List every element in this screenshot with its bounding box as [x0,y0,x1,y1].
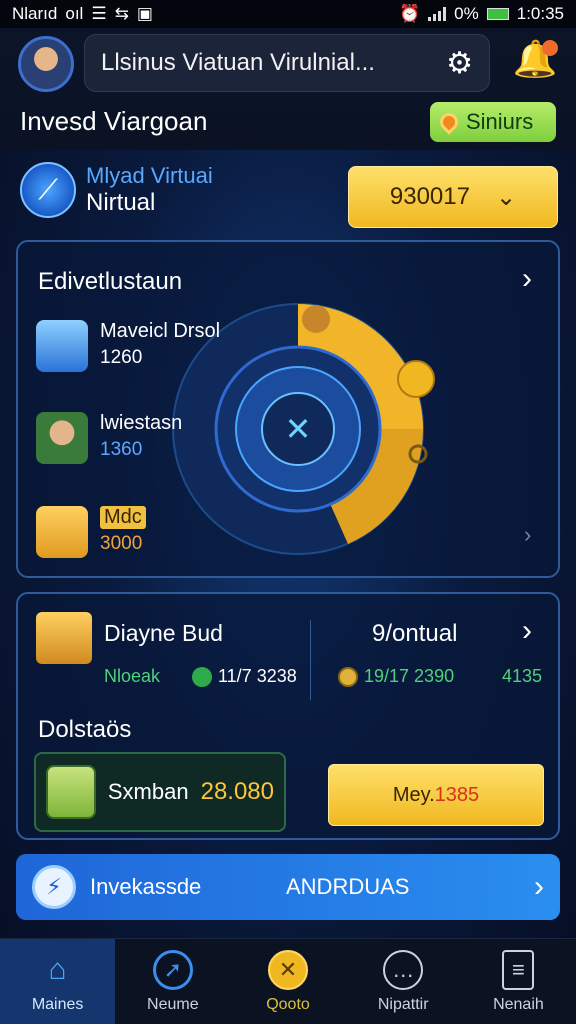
alarm-icon: ⏰ [398,4,421,23]
coin-icon: ✕ [268,949,308,990]
banner-subtext: ANDRDUAS [286,874,410,899]
nav-chat[interactable]: … Nipattir [346,939,461,1024]
status-button[interactable]: Siniurs [430,102,556,142]
lightning-icon: ⚡ [32,865,76,909]
stat-value: 4135 [502,666,543,686]
summary-right-title: 9/ontual [372,620,458,647]
gem-icon [192,666,212,687]
location-pin-icon [436,109,462,135]
item-name: Maveicl Drsol [100,320,221,342]
divider [310,620,311,700]
button-amount: 1385 [434,783,480,806]
settings-gear-icon[interactable]: ⚙ [446,46,473,81]
chevron-down-icon: ⌄ [495,183,517,211]
stat-item: 19/17 2390 [338,666,454,687]
button-prefix: Mey. [392,783,435,806]
wallet-amount: 28.080 [200,778,274,805]
list-item[interactable]: Maveicl Drsol 1260 [36,320,220,372]
summary-panel: Diayne Bud 9/ontual › Nloeak 11/7 3238 1… [16,592,560,840]
home-icon: ⌂ [48,952,67,986]
ticket-icon [36,506,88,558]
nav-compass[interactable]: ➚ Neume [115,939,230,1024]
chevron-right-icon: › [524,522,532,547]
investment-panel: Edivetlustaun › ✕ Maveicl Drsol 1260 lwi… [16,240,560,578]
user-photo-icon [36,412,88,464]
nav-label: Maines [31,995,84,1013]
connection-icon: ⇆ [114,4,129,23]
app-header: Llsinus Viatuan Virulnial... ⚙ 🔔 Invesd … [0,28,576,150]
carrier-text: Nlarıd [12,4,58,23]
notification-icon: ☰ [91,4,107,23]
page-title: Invesd Viargoan [20,106,208,136]
stat-label: Nloeak [104,666,161,686]
signal-icon [428,7,447,21]
clock: 1:0:35 [516,4,564,23]
brand: ⟋ Mlyad Virtuai Nirtual [20,162,213,218]
status-bar: Nlarıd oıl ☰ ⇆ ▣ ⏰ 0% 1:0:35 [0,0,576,28]
clipboard-icon: ≡ [502,949,535,990]
bottom-nav: ⌂ Maines ➚ Neume ✕ Qooto … Nipattir ≡ Ne… [0,938,576,1024]
brand-logo-icon: ⟋ [20,162,76,218]
list-item[interactable]: lwiestasn 1360 [36,412,182,464]
nav-coin[interactable]: ✕ Qooto [230,939,345,1024]
brand-subtitle: Mlyad Virtuai [86,163,213,188]
nav-label: Nipattir [377,995,429,1013]
chat-icon: … [383,949,424,990]
stat-item: 11/7 3238 [192,666,297,687]
summary-title: Diayne Bud [104,620,223,646]
nav-clipboard[interactable]: ≡ Nenaih [461,939,576,1024]
promo-banner[interactable]: ⚡ Invekassde ANDRDUAS › [16,854,560,920]
compass-icon: ➚ [152,949,193,990]
nav-home[interactable]: ⌂ Maines [0,939,116,1024]
item-name: Mdc [100,506,146,529]
building-icon [36,320,88,372]
brand-title: Nirtual [86,189,156,216]
stat-value: 11/7 3238 [218,666,297,686]
app-icon: ▣ [136,4,153,23]
nav-label: Qooto [266,995,310,1013]
battery-icon [486,8,509,20]
item-value: 1360 [100,439,143,460]
balance-dropdown[interactable]: 930017 ⌄ [348,166,558,228]
list-item[interactable]: Mdc 3000 [36,506,146,558]
search-input[interactable]: Llsinus Viatuan Virulnial... ⚙ [84,34,490,92]
carrier-suffix: oıl [65,4,84,23]
box-icon [36,612,92,664]
chevron-right-icon: › [534,870,544,903]
coin-icon [338,666,358,687]
notification-bell-icon[interactable]: 🔔 [510,38,560,88]
item-name: lwiestasn [100,412,183,434]
chevron-right-icon[interactable]: › [522,614,532,648]
chevron-right-icon[interactable]: › [522,262,532,296]
stat-value: 19/17 2390 [364,666,455,686]
status-label: Siniurs [466,109,534,134]
avatar[interactable] [18,36,74,92]
section-label: Dolstaös [38,716,132,743]
wallet-card[interactable]: Sxmban 28.080 [34,752,286,832]
nav-label: Neume [147,995,199,1013]
svg-text:✕: ✕ [285,410,312,448]
balance-value: 930017 [389,183,470,210]
wallet-icon [46,765,96,819]
search-query: Llsinus Viatuan Virulnial... [101,49,375,76]
item-value: 3000 [100,533,143,554]
banner-text: Invekassde [90,874,202,899]
notification-dot [542,40,558,56]
battery-percent: 0% [454,4,479,23]
panel-title: Edivetlustaun [38,268,183,295]
withdraw-button[interactable]: Mey. 1385 [328,764,544,826]
item-value: 1260 [100,347,143,368]
wallet-name: Sxmban [107,779,189,804]
nav-label: Nenaih [493,995,544,1013]
